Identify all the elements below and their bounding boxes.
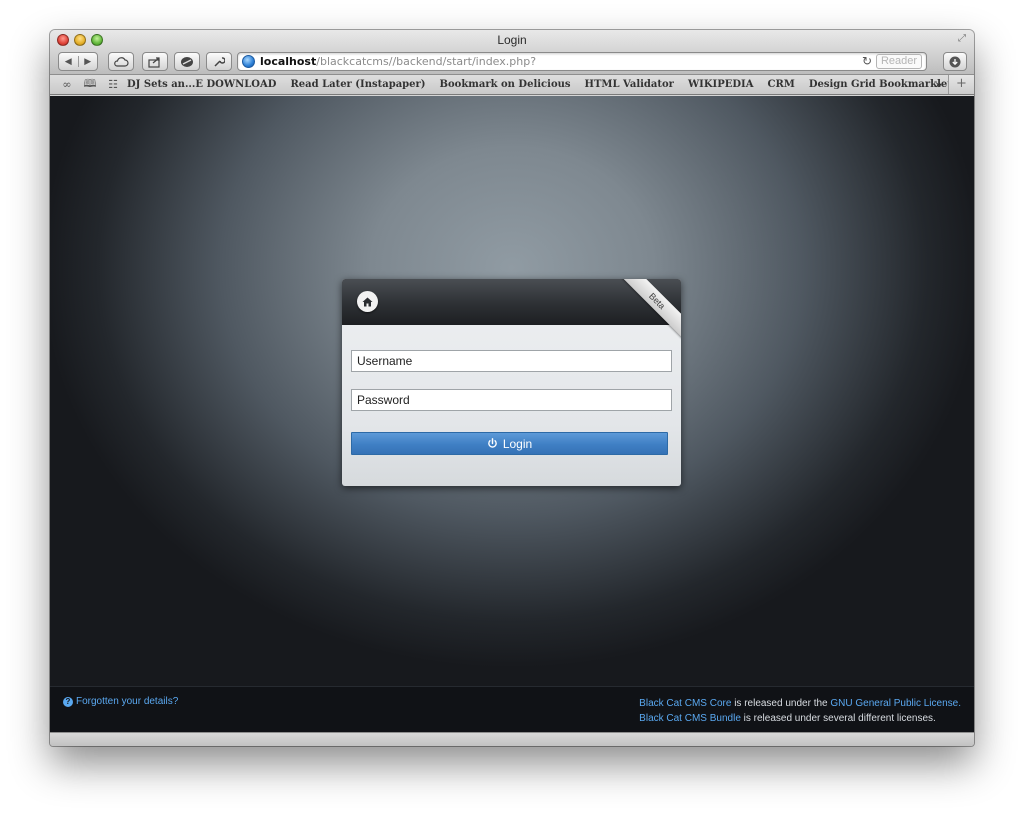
download-icon <box>949 56 961 67</box>
back-forward-group: ◀ ▶ <box>58 52 98 71</box>
window-title: Login <box>497 33 527 47</box>
extension-button[interactable] <box>174 52 200 71</box>
password-input[interactable] <box>351 389 672 411</box>
bookmark-item[interactable]: CRM <box>767 79 794 90</box>
bookmark-item[interactable]: Design Grid Bookmarklet <box>809 79 952 90</box>
share-icon <box>148 56 160 68</box>
bookmark-item[interactable]: Read Later (Instapaper) <box>290 79 425 90</box>
globe-icon <box>242 55 255 68</box>
fullscreen-icon[interactable]: ⤢ <box>956 33 968 45</box>
login-button[interactable]: Login <box>351 432 668 455</box>
cloud-icon <box>114 56 129 67</box>
title-toolbar: Login ⤢ ◀ ▶ localhost/blackcatcms//backe… <box>50 30 974 75</box>
bookmark-item[interactable]: WIKIPEDIA <box>688 79 754 90</box>
toolbar: ◀ ▶ localhost/blackcatcms//backend/start… <box>50 51 974 73</box>
chevron-more-icon[interactable]: » <box>935 78 942 91</box>
license-notice: Black Cat CMS Core is released under the… <box>639 696 961 726</box>
status-bar <box>50 732 974 746</box>
username-input[interactable] <box>351 350 672 372</box>
page-viewport: Beta Login ? Forgotten your details? Bla… <box>50 96 974 732</box>
license-line-bundle: Black Cat CMS Bundle is released under s… <box>639 711 961 726</box>
bookmark-item[interactable]: Bookmark on Delicious <box>440 79 571 90</box>
tools-button[interactable] <box>206 52 232 71</box>
bookmarks-book-icon[interactable]: 🕮 <box>81 75 99 94</box>
wrench-icon <box>214 56 225 67</box>
page-footer: ? Forgotten your details? Black Cat CMS … <box>50 686 974 732</box>
url-host: localhost <box>260 55 317 68</box>
bookmark-item[interactable]: HTML Validator <box>585 79 674 90</box>
license-line-core: Black Cat CMS Core is released under the… <box>639 696 961 711</box>
browser-window: Login ⤢ ◀ ▶ localhost/blackcatcms//backe… <box>50 30 974 746</box>
question-icon: ? <box>63 696 73 707</box>
cms-bundle-link[interactable]: Black Cat CMS Bundle <box>639 713 741 724</box>
reader-button[interactable]: Reader <box>876 54 922 69</box>
reading-list-icon[interactable]: ∞ <box>58 78 76 91</box>
home-icon[interactable] <box>357 291 378 312</box>
url-path: /blackcatcms//backend/start/index.php? <box>316 55 537 68</box>
downloads-button[interactable] <box>943 52 967 71</box>
gpl-link[interactable]: GNU General Public License. <box>830 698 961 709</box>
new-tab-plus-icon[interactable]: + <box>948 75 974 94</box>
forward-arrow-icon[interactable]: ▶ <box>77 56 98 67</box>
cms-core-link[interactable]: Black Cat CMS Core <box>639 698 731 709</box>
license-text: is released under the <box>731 698 831 709</box>
login-button-label: Login <box>502 436 533 451</box>
bookmark-item[interactable]: DJ Sets an...E DOWNLOAD <box>127 79 276 90</box>
power-icon <box>487 438 497 448</box>
reload-icon[interactable]: ↻ <box>862 54 872 68</box>
top-sites-grid-icon[interactable]: ☷ <box>104 78 122 91</box>
forgot-details-link[interactable]: ? Forgotten your details? <box>63 696 178 707</box>
icloud-tabs-button[interactable] <box>108 52 134 71</box>
extension-icon <box>181 56 193 67</box>
license-text: is released under several different lice… <box>740 713 936 724</box>
bookmarks-bar: ∞ 🕮 ☷ DJ Sets an...E DOWNLOAD Read Later… <box>50 75 974 95</box>
back-arrow-icon[interactable]: ◀ <box>59 56 78 67</box>
share-button[interactable] <box>142 52 168 71</box>
address-bar[interactable]: localhost/blackcatcms//backend/start/ind… <box>237 52 927 71</box>
forgot-details-label: Forgotten your details? <box>76 696 179 707</box>
login-card: Beta Login <box>342 279 681 486</box>
